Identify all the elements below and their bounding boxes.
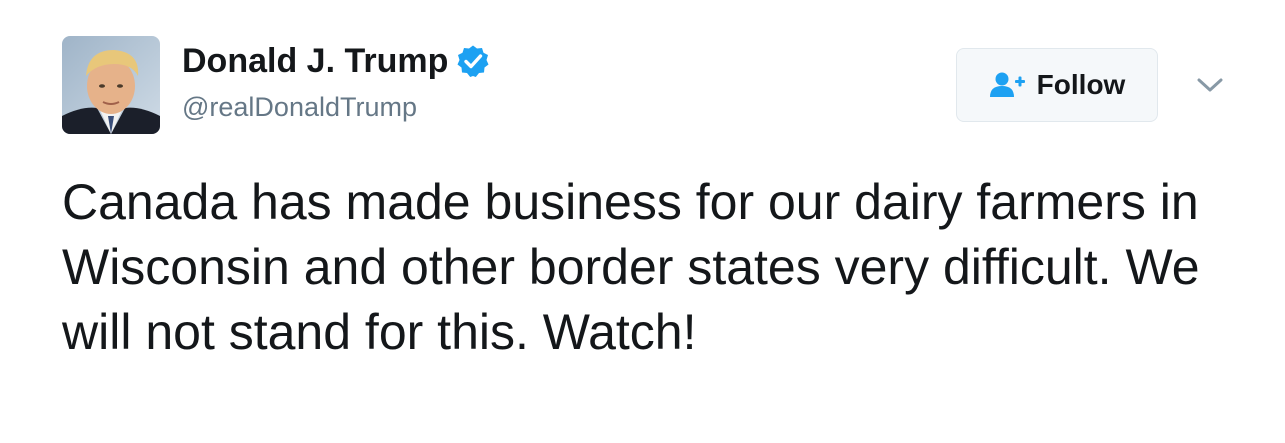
chevron-down-icon [1197, 78, 1223, 92]
more-options-button[interactable] [1190, 70, 1230, 100]
profile-photo [62, 36, 160, 134]
verified-badge-icon [456, 44, 490, 78]
user-handle[interactable]: @realDonaldTrump [182, 90, 417, 124]
tweet-text: Canada has made business for our dairy f… [62, 174, 1200, 360]
follow-label: Follow [1036, 69, 1126, 100]
name-row: Donald J. Trump [182, 40, 490, 82]
add-user-icon [989, 71, 1027, 99]
display-name[interactable]: Donald J. Trump [182, 40, 448, 82]
avatar[interactable] [62, 36, 160, 134]
tweet-card: Donald J. Trump @realDonaldTrump Follow … [0, 0, 1285, 443]
follow-button[interactable]: Follow [956, 48, 1158, 122]
